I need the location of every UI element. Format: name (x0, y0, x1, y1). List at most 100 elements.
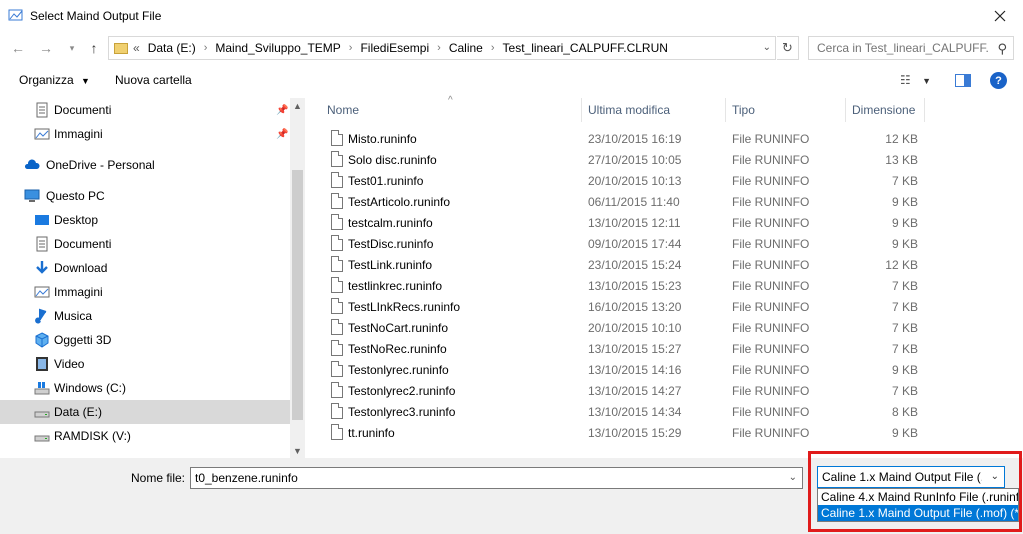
file-row[interactable]: TestNoRec.runinfo 13/10/2015 15:27 File RU… (328, 338, 928, 359)
music-icon (35, 308, 47, 324)
chevron-down-icon[interactable]: ⌄ (789, 472, 797, 483)
file-row[interactable]: TestLInkRecs.runinfo 16/10/2015 13:20 File… (328, 296, 928, 317)
sidebar-item-onedrive[interactable]: OneDrive - Personal (0, 153, 290, 177)
filetype-option-selected[interactable]: Caline 1.x Maind Output File (.mof) (*.m… (818, 505, 1018, 521)
file-date: 13/10/2015 12:11 (588, 216, 681, 230)
back-button[interactable]: ← (8, 38, 28, 58)
file-icon (331, 382, 343, 398)
file-row[interactable]: Testonlyrec3.runinfo 13/10/2015 14:34 File… (328, 401, 928, 422)
file-row[interactable]: Testonlyrec2.runinfo 13/10/2015 14:27 File… (328, 380, 928, 401)
file-icon (331, 298, 343, 314)
file-row[interactable]: Testonlyrec.runinfo 13/10/2015 14:16 File … (328, 359, 928, 380)
file-row[interactable]: TestNoCart.runinfo 20/10/2015 10:10 File R… (328, 317, 928, 338)
breadcrumb-item[interactable]: FilediEsempi (360, 41, 429, 55)
chevron-right-icon: › (490, 42, 495, 54)
file-type: File RUNINFO (732, 195, 810, 209)
file-row[interactable]: Misto.runinfo 23/10/2015 16:19 File RUNINF… (328, 128, 928, 149)
sidebar-scrollbar[interactable]: ▲ ▼ (290, 98, 305, 458)
file-row[interactable]: Test01.runinfo 20/10/2015 10:13 File RUNIN… (328, 170, 928, 191)
close-button[interactable] (977, 0, 1023, 31)
file-date: 06/11/2015 11:40 (588, 195, 680, 209)
new-folder-button[interactable]: Nuova cartella (115, 73, 192, 87)
sidebar-item-desktop[interactable]: Desktop (0, 208, 290, 232)
filetype-option[interactable]: Caline 4.x Maind RunInfo File (.runinfo) (818, 489, 1018, 505)
filename-input[interactable] (191, 468, 771, 488)
scroll-down-icon[interactable]: ▼ (290, 443, 305, 458)
command-bar: Organizza ▼ Nuova cartella ☷ ▼ ? (0, 64, 1023, 98)
file-row[interactable]: testcalm.runinfo 13/10/2015 12:11 File RUN… (328, 212, 928, 233)
sidebar-item-label: RAMDISK (V:) (54, 429, 131, 443)
scroll-up-icon[interactable]: ▲ (290, 98, 305, 113)
column-header-size[interactable]: Dimensione (852, 98, 915, 122)
file-size: 9 KB (891, 426, 918, 440)
column-header-date[interactable]: Ultima modifica (588, 98, 670, 122)
file-type: File RUNINFO (732, 342, 810, 356)
breadcrumb-overflow[interactable]: « (133, 41, 140, 55)
file-size: 12 KB (885, 132, 918, 146)
pin-icon[interactable]: 📌 (276, 105, 288, 116)
address-row: ← → ▾ ↑ « Data (E:) › Maind_Sviluppo_TEM… (0, 33, 1023, 63)
folder-icon (114, 42, 128, 54)
organize-button[interactable]: Organizza ▼ (19, 73, 90, 87)
sidebar-item-windows-c[interactable]: Windows (C:) (0, 376, 290, 400)
file-row[interactable]: TestArticolo.runinfo 06/11/2015 11:40 File… (328, 191, 928, 212)
column-divider[interactable] (845, 98, 846, 122)
file-name: TestArticolo.runinfo (348, 195, 451, 209)
sidebar-item-documenti[interactable]: Documenti (0, 232, 290, 256)
file-icon (331, 403, 343, 419)
file-date: 13/10/2015 15:23 (588, 279, 682, 293)
sidebar-item-documenti-pinned[interactable]: Documenti 📌 (0, 98, 290, 122)
column-divider[interactable] (725, 98, 726, 122)
forward-arrow-icon: → (39, 40, 53, 56)
address-dropdown-icon[interactable]: ⌄ (763, 42, 771, 53)
forward-button[interactable]: → (36, 38, 56, 58)
file-size: 7 KB (891, 174, 918, 188)
file-row[interactable]: TestLink.runinfo 23/10/2015 15:24 File RUN… (328, 254, 928, 275)
file-type: File RUNINFO (732, 405, 810, 419)
sidebar-item-immagini[interactable]: Immagini (0, 280, 290, 304)
file-row[interactable]: Solo disc.runinfo 27/10/2015 10:05 File RU… (328, 149, 928, 170)
file-date: 20/10/2015 10:10 (588, 321, 682, 335)
file-row[interactable]: testlinkrec.runinfo 13/10/2015 15:23 File … (328, 275, 928, 296)
navigation-pane: Documenti 📌 Immagini 📌 OneDrive - Person… (0, 98, 305, 458)
search-input[interactable] (809, 41, 989, 55)
pin-icon[interactable]: 📌 (276, 129, 288, 140)
view-options-button[interactable]: ☷ ▼ (900, 73, 931, 87)
sidebar-item-data-e[interactable]: Data (E:) (0, 400, 290, 424)
sidebar-item-download[interactable]: Download (0, 256, 290, 280)
address-bar[interactable]: « Data (E:) › Maind_Sviluppo_TEMP › File… (108, 36, 776, 60)
sidebar-item-musica[interactable]: Musica (0, 304, 290, 328)
search-box[interactable]: ⚲ (808, 36, 1014, 60)
sidebar-item-immagini-pinned[interactable]: Immagini 📌 (0, 122, 290, 146)
sidebar-item-oggetti-3d[interactable]: Oggetti 3D (0, 328, 290, 352)
sidebar-item-questo-pc[interactable]: Questo PC (0, 184, 290, 208)
sidebar-item-video[interactable]: Video (0, 352, 290, 376)
column-divider[interactable] (924, 98, 925, 122)
sidebar-item-ramdisk-v[interactable]: RAMDISK (V:) (0, 424, 290, 448)
breadcrumb-item[interactable]: Test_lineari_CALPUFF.CLRUN (503, 41, 668, 55)
file-row[interactable]: tt.runinfo 13/10/2015 15:29 File RUNINFO 9 … (328, 422, 928, 443)
scrollbar-thumb[interactable] (292, 170, 303, 420)
file-type: File RUNINFO (732, 216, 810, 230)
chevron-right-icon: › (348, 42, 353, 54)
help-icon[interactable]: ? (990, 72, 1007, 89)
column-divider[interactable] (581, 98, 582, 122)
breadcrumb-item[interactable]: Caline (449, 41, 483, 55)
filetype-select[interactable]: Caline 1.x Maind Output File (.r ⌄ (817, 466, 1005, 488)
file-row[interactable]: TestDisc.runinfo 09/10/2015 17:44 File RUN… (328, 233, 928, 254)
recent-locations-button[interactable]: ▾ (62, 38, 82, 58)
column-header-name[interactable]: Nome (327, 98, 359, 122)
column-header-type[interactable]: Tipo (732, 98, 755, 122)
up-button[interactable]: ↑ (84, 38, 104, 58)
file-date: 20/10/2015 10:13 (588, 174, 682, 188)
breadcrumb-item[interactable]: Data (E:) (148, 41, 196, 55)
close-icon (994, 10, 1006, 21)
drive-icon (34, 435, 50, 442)
file-icon (331, 214, 343, 230)
refresh-button[interactable]: ↻ (777, 36, 799, 60)
file-type: File RUNINFO (732, 363, 810, 377)
filename-combobox[interactable]: ⌄ (190, 467, 803, 489)
breadcrumb-item[interactable]: Maind_Sviluppo_TEMP (215, 41, 340, 55)
pictures-icon (34, 286, 50, 298)
preview-pane-icon[interactable] (955, 74, 971, 87)
